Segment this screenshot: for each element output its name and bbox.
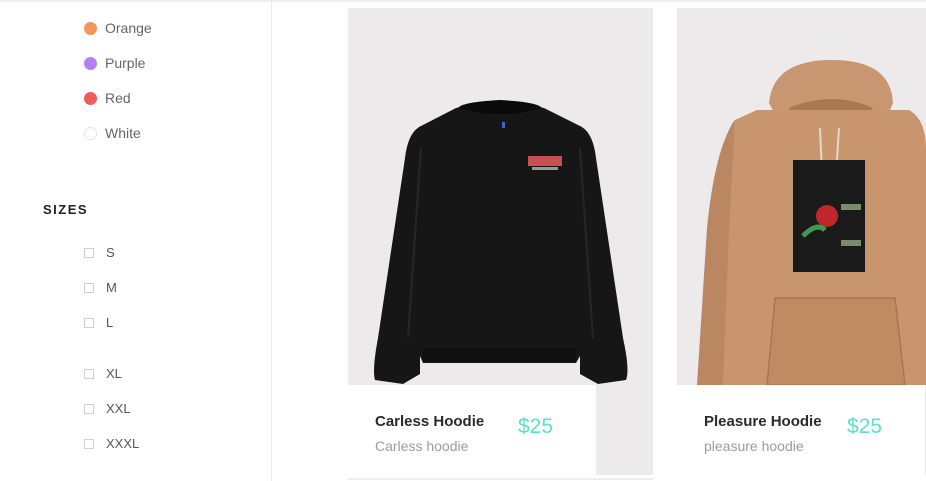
product-name[interactable]: Pleasure Hoodie	[704, 413, 822, 430]
product-image[interactable]	[348, 8, 653, 385]
size-checkbox[interactable]	[84, 247, 94, 258]
size-label: L	[106, 315, 114, 330]
sizes-heading: SIZES	[43, 202, 89, 217]
card-edge	[597, 0, 653, 2]
color-filter-red[interactable]: Red	[84, 90, 131, 106]
color-filter-purple[interactable]: Purple	[84, 55, 145, 71]
black-sweatshirt-image-icon	[348, 8, 653, 385]
size-label: M	[106, 280, 117, 295]
size-label: XL	[106, 366, 122, 381]
size-label: XXXL	[106, 436, 140, 451]
white-swatch-icon	[84, 126, 97, 140]
tan-hoodie-image-icon	[677, 8, 926, 386]
color-label: Orange	[105, 20, 152, 36]
size-filter-xxl[interactable]: XXL	[84, 401, 131, 416]
size-label: XXL	[106, 401, 131, 416]
color-label: Red	[105, 90, 131, 106]
color-filter-white[interactable]: White	[84, 125, 141, 141]
product-info: Carless Hoodie Carless hoodie $25	[348, 385, 596, 475]
color-label: White	[105, 125, 141, 141]
product-price: $25	[847, 415, 883, 438]
color-label: Purple	[105, 55, 146, 71]
product-name[interactable]: Carless Hoodie	[375, 413, 484, 430]
size-filter-l[interactable]: L	[84, 315, 113, 330]
color-filter-orange[interactable]: Orange	[84, 20, 152, 36]
orange-swatch-icon	[84, 21, 97, 35]
size-filter-xxxl[interactable]: XXXL	[84, 436, 139, 451]
red-swatch-icon	[84, 91, 97, 105]
card-edge	[348, 478, 653, 480]
size-checkbox[interactable]	[84, 403, 94, 414]
product-card[interactable]: Pleasure Hoodie pleasure hoodie $25	[677, 8, 926, 475]
product-info: Pleasure Hoodie pleasure hoodie $25	[677, 385, 925, 475]
size-checkbox[interactable]	[84, 368, 94, 379]
product-description: Carless hoodie	[375, 438, 469, 454]
product-image[interactable]	[677, 8, 926, 386]
purple-swatch-icon	[84, 56, 97, 70]
size-checkbox[interactable]	[84, 438, 94, 449]
size-filter-s[interactable]: S	[84, 245, 115, 260]
product-price: $25	[518, 415, 554, 438]
filter-sidebar: Orange Purple Red White SIZES S M L XL X…	[0, 0, 272, 481]
size-filter-xl[interactable]: XL	[84, 366, 122, 381]
size-filter-m[interactable]: M	[84, 280, 117, 295]
size-checkbox[interactable]	[84, 317, 94, 328]
size-label: S	[106, 245, 115, 260]
product-description: pleasure hoodie	[704, 438, 804, 454]
size-checkbox[interactable]	[84, 282, 94, 293]
product-card[interactable]: Carless Hoodie Carless hoodie $25	[348, 8, 653, 475]
